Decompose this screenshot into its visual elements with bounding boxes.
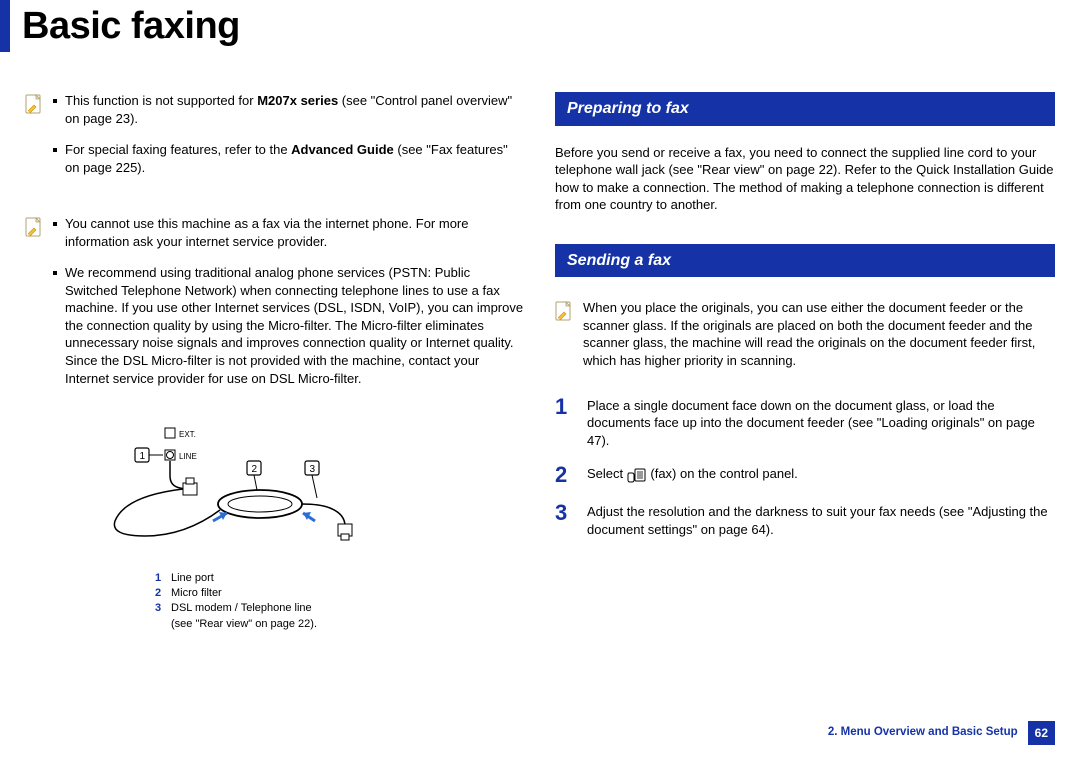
- bullet-list: You cannot use this machine as a fax via…: [53, 215, 525, 401]
- note-icon: [25, 217, 43, 239]
- bullet-dot: [53, 222, 57, 226]
- callout-2: 2: [252, 464, 258, 475]
- text-fragment: Select: [587, 466, 627, 481]
- line-label: LINE: [179, 452, 197, 461]
- legend-row: 3 DSL modem / Telephone line: [155, 601, 525, 616]
- micro-filter-diagram: EXT. LINE 1 2: [45, 426, 525, 632]
- bullet-item: You cannot use this machine as a fax via…: [53, 215, 525, 250]
- page-title: Basic faxing: [22, 0, 240, 52]
- note-box-1: This function is not supported for M207x…: [25, 92, 525, 190]
- callout-3: 3: [310, 464, 316, 475]
- text-fragment: For special faxing features, refer to th…: [65, 142, 291, 157]
- title-accent: [0, 0, 10, 52]
- note-icon: [25, 94, 43, 116]
- section-body: Before you send or receive a fax, you ne…: [555, 144, 1055, 214]
- footer-chapter: 2. Menu Overview and Basic Setup: [828, 725, 1018, 741]
- text-bold: M207x series: [257, 93, 338, 108]
- step-3: 3 Adjust the resolution and the darkness…: [555, 501, 1055, 538]
- steps-list: 1 Place a single document face down on t…: [555, 395, 1055, 539]
- diagram-legend: 1 Line port 2 Micro filter 3 DSL modem /…: [155, 571, 525, 633]
- text-bold: Advanced Guide: [291, 142, 394, 157]
- bullet-dot: [53, 99, 57, 103]
- bullet-dot: [53, 148, 57, 152]
- legend-text: DSL modem / Telephone line: [171, 601, 312, 616]
- step-text: Select (fax) on the control panel.: [587, 463, 1055, 487]
- bullet-item: We recommend using traditional analog ph…: [53, 264, 525, 387]
- note-box-2: You cannot use this machine as a fax via…: [25, 215, 525, 401]
- legend-text: Micro filter: [171, 586, 222, 601]
- legend-num: 2: [155, 586, 165, 601]
- note-text: When you place the originals, you can us…: [583, 299, 1055, 369]
- legend-row: (see "Rear view" on page 22).: [155, 617, 525, 632]
- step-number: 1: [555, 395, 573, 450]
- step-number: 2: [555, 463, 573, 487]
- step-1: 1 Place a single document face down on t…: [555, 395, 1055, 450]
- bullet-text: For special faxing features, refer to th…: [65, 141, 525, 176]
- step-text: Place a single document face down on the…: [587, 395, 1055, 450]
- text-fragment: (fax) on the control panel.: [650, 466, 797, 481]
- footer-page-number: 62: [1028, 721, 1055, 745]
- callout-1: 1: [140, 451, 146, 462]
- content-columns: This function is not supported for M207x…: [0, 52, 1080, 632]
- step-number: 3: [555, 501, 573, 538]
- legend-row: 2 Micro filter: [155, 586, 525, 601]
- legend-text: (see "Rear view" on page 22).: [171, 617, 317, 632]
- page-footer: 2. Menu Overview and Basic Setup 62: [828, 721, 1055, 745]
- section-sending-a-fax: Sending a fax: [555, 244, 1055, 278]
- bullet-item: For special faxing features, refer to th…: [53, 141, 525, 176]
- legend-num: 3: [155, 601, 165, 616]
- step-text: Adjust the resolution and the darkness t…: [587, 501, 1055, 538]
- fax-icon: [627, 467, 647, 483]
- text-fragment: This function is not supported for: [65, 93, 257, 108]
- bullet-text: This function is not supported for M207x…: [65, 92, 525, 127]
- legend-num: 1: [155, 571, 165, 586]
- note-box-3: When you place the originals, you can us…: [555, 299, 1055, 369]
- bullet-item: This function is not supported for M207x…: [53, 92, 525, 127]
- bullet-list: This function is not supported for M207x…: [53, 92, 525, 190]
- left-column: This function is not supported for M207x…: [25, 92, 525, 632]
- section-preparing-to-fax: Preparing to fax: [555, 92, 1055, 126]
- legend-spacer: [155, 617, 165, 632]
- title-bar: Basic faxing: [0, 0, 1080, 52]
- bullet-dot: [53, 271, 57, 275]
- note-icon: [555, 301, 573, 323]
- bullet-text: You cannot use this machine as a fax via…: [65, 215, 525, 250]
- step-2: 2 Select (fax) on the control panel.: [555, 463, 1055, 487]
- right-column: Preparing to fax Before you send or rece…: [555, 92, 1055, 632]
- legend-row: 1 Line port: [155, 571, 525, 586]
- legend-text: Line port: [171, 571, 214, 586]
- ext-label: EXT.: [179, 430, 196, 439]
- bullet-text: We recommend using traditional analog ph…: [65, 264, 525, 387]
